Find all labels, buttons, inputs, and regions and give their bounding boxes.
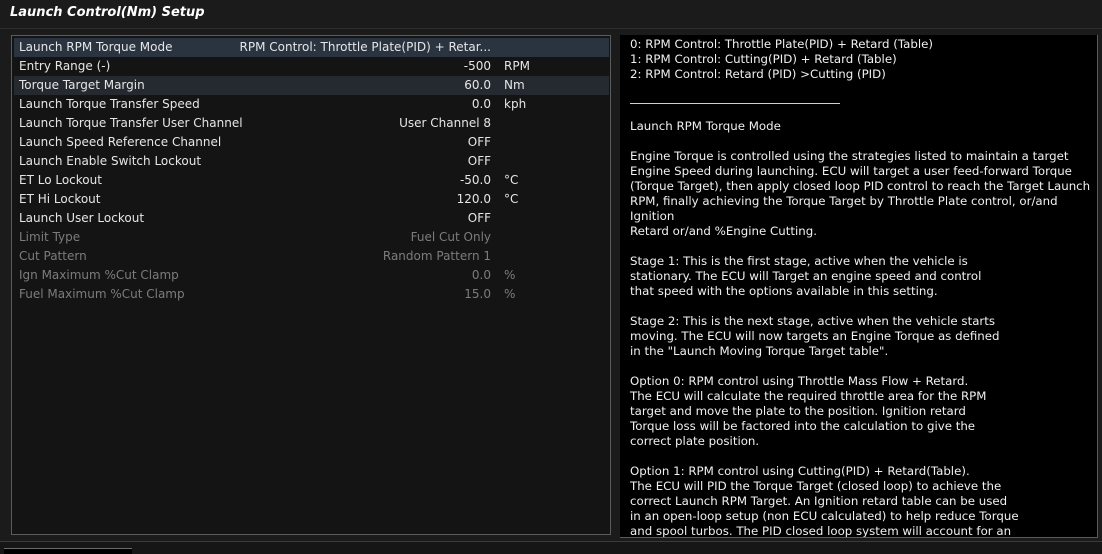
setting-unit: °C xyxy=(504,192,519,206)
help-divider xyxy=(630,103,840,104)
setting-row-cut-pattern: Cut Pattern Random Pattern 1 xyxy=(14,247,609,266)
launch-control-window: Launch Control(Nm) Setup Launch RPM Torq… xyxy=(0,0,1102,554)
setting-value[interactable]: 60.0 xyxy=(464,76,491,95)
setting-row-et-hi-lockout[interactable]: ET Hi Lockout 120.0 °C xyxy=(14,190,609,209)
setting-value[interactable]: OFF xyxy=(468,152,491,171)
setting-label: ET Lo Lockout xyxy=(19,173,102,187)
setting-row-et-lo-lockout[interactable]: ET Lo Lockout -50.0 °C xyxy=(14,171,609,190)
help-paragraph: Stage 1: This is the first stage, active… xyxy=(630,254,982,298)
help-paragraph: Stage 2: This is the next stage, active … xyxy=(630,314,1000,358)
setting-label: Torque Target Margin xyxy=(19,78,145,92)
setting-value: Random Pattern 1 xyxy=(382,249,491,263)
setting-label: Launch User Lockout xyxy=(19,211,145,225)
setting-label: Limit Type xyxy=(19,230,81,244)
status-strip xyxy=(0,541,1102,554)
setting-value[interactable]: User Channel 8 xyxy=(399,114,491,133)
setting-label: Launch RPM Torque Mode xyxy=(19,40,173,54)
setting-row-ign-maximum-cut-clamp: Ign Maximum %Cut Clamp 0.0 % xyxy=(14,266,609,285)
setting-row-launch-torque-transfer-speed[interactable]: Launch Torque Transfer Speed 0.0 kph xyxy=(14,95,609,114)
help-panel[interactable]: 0: RPM Control: Throttle Plate(PID) + Re… xyxy=(620,35,1098,538)
setting-value[interactable]: 0.0 xyxy=(472,95,491,114)
setting-unit: % xyxy=(504,268,516,282)
setting-value: 0.0 xyxy=(471,268,491,282)
setting-unit: kph xyxy=(504,97,527,111)
setting-label: Ign Maximum %Cut Clamp xyxy=(19,268,179,282)
help-paragraph: Option 1: RPM control using Cutting(PID)… xyxy=(630,464,1019,538)
settings-list: Launch RPM Torque Mode RPM Control: Thro… xyxy=(11,35,611,535)
help-options-list: 0: RPM Control: Throttle Plate(PID) + Re… xyxy=(630,37,934,81)
setting-row-entry-range[interactable]: Entry Range (-) -500 RPM xyxy=(14,57,609,76)
setting-label: Launch Enable Switch Lockout xyxy=(19,154,202,168)
setting-value[interactable]: OFF xyxy=(468,133,491,152)
setting-row-launch-user-lockout[interactable]: Launch User Lockout OFF xyxy=(14,209,609,228)
setting-value[interactable]: -50.0 xyxy=(460,171,491,190)
help-paragraph: Option 0: RPM control using Throttle Mas… xyxy=(630,374,987,448)
setting-label: Entry Range (-) xyxy=(19,59,111,73)
setting-value[interactable]: OFF xyxy=(468,209,491,228)
help-paragraph: Engine Torque is controlled using the st… xyxy=(630,149,1091,238)
setting-unit: Nm xyxy=(504,78,525,92)
setting-value: 15.0 xyxy=(464,287,491,301)
setting-value[interactable]: -500 xyxy=(464,57,491,76)
setting-unit: RPM xyxy=(504,59,530,73)
help-text: 0: RPM Control: Throttle Plate(PID) + Re… xyxy=(630,37,1092,538)
setting-row-fuel-maximum-cut-clamp: Fuel Maximum %Cut Clamp 15.0 % xyxy=(14,285,609,304)
bottom-tab[interactable] xyxy=(4,548,132,554)
help-heading: Launch RPM Torque Mode xyxy=(630,119,781,133)
setting-value[interactable]: RPM Control: Throttle Plate(PID) + Retar… xyxy=(240,38,491,57)
setting-unit: % xyxy=(504,287,516,301)
window-title: Launch Control(Nm) Setup xyxy=(10,5,205,20)
setting-label: Launch Speed Reference Channel xyxy=(19,135,222,149)
setting-row-launch-torque-transfer-user-channel[interactable]: Launch Torque Transfer User Channel User… xyxy=(14,114,609,133)
setting-row-launch-rpm-torque-mode[interactable]: Launch RPM Torque Mode RPM Control: Thro… xyxy=(14,38,609,57)
setting-label: Fuel Maximum %Cut Clamp xyxy=(19,287,185,301)
setting-value[interactable]: 120.0 xyxy=(457,190,491,209)
setting-label: Launch Torque Transfer Speed xyxy=(19,97,200,111)
setting-value: Fuel Cut Only xyxy=(410,230,491,244)
setting-row-limit-type: Limit Type Fuel Cut Only xyxy=(14,228,609,247)
setting-label: Cut Pattern xyxy=(19,249,87,263)
setting-row-launch-speed-reference-channel[interactable]: Launch Speed Reference Channel OFF xyxy=(14,133,609,152)
setting-label: ET Hi Lockout xyxy=(19,192,101,206)
setting-row-torque-target-margin[interactable]: Torque Target Margin 60.0 Nm xyxy=(14,76,609,95)
title-bar: Launch Control(Nm) Setup xyxy=(0,0,1102,29)
setting-row-launch-enable-switch-lockout[interactable]: Launch Enable Switch Lockout OFF xyxy=(14,152,609,171)
setting-unit: °C xyxy=(504,173,519,187)
setting-label: Launch Torque Transfer User Channel xyxy=(19,116,243,130)
